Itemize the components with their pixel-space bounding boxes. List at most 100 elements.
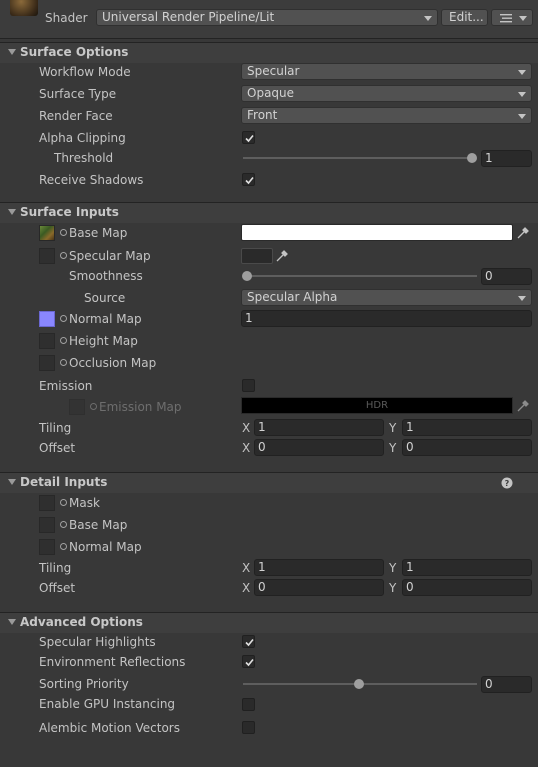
receive-shadows-label: Receive Shadows bbox=[39, 173, 144, 187]
detail-tiling-y-input[interactable]: 1 bbox=[402, 559, 532, 576]
offset-x-label: X bbox=[242, 441, 251, 455]
detail-offset-y-label: Y bbox=[389, 581, 397, 595]
emission-map-texture-slot[interactable] bbox=[69, 399, 85, 415]
workflow-mode-value: Specular bbox=[247, 64, 300, 78]
foldout-chevron-icon bbox=[8, 479, 16, 485]
offset-label: Offset bbox=[39, 441, 76, 455]
source-dropdown[interactable]: Specular Alpha bbox=[241, 289, 532, 306]
offset-x-input[interactable]: 0 bbox=[254, 439, 384, 456]
occlusion-map-object-picker-icon[interactable] bbox=[60, 359, 67, 366]
detail-offset-x-label: X bbox=[242, 581, 251, 595]
emission-hdr-color-field[interactable]: HDR bbox=[241, 397, 513, 414]
tiling-y-label: Y bbox=[389, 421, 397, 435]
detail-tiling-x-input[interactable]: 1 bbox=[254, 559, 384, 576]
smoothness-label: Smoothness bbox=[69, 269, 143, 283]
foldout-chevron-icon bbox=[8, 209, 16, 215]
specular-map-texture-slot[interactable] bbox=[39, 248, 55, 264]
render-face-dropdown[interactable]: Front bbox=[241, 107, 532, 124]
base-map-texture-slot[interactable] bbox=[39, 225, 55, 241]
section-detail-inputs[interactable]: Detail Inputs ? bbox=[0, 472, 538, 493]
detail-offset-label: Offset bbox=[39, 581, 76, 595]
tiling-x-input[interactable]: 1 bbox=[254, 419, 384, 436]
height-map-object-picker-icon[interactable] bbox=[60, 337, 67, 344]
detail-tiling-y-label: Y bbox=[389, 561, 397, 575]
surface-type-label: Surface Type bbox=[39, 87, 117, 101]
section-surface-inputs[interactable]: Surface Inputs bbox=[0, 202, 538, 223]
checkmark-icon bbox=[245, 176, 254, 185]
alpha-clipping-label: Alpha Clipping bbox=[39, 131, 126, 145]
workflow-mode-dropdown[interactable]: Specular bbox=[241, 63, 532, 80]
detail-normal-map-object-picker-icon[interactable] bbox=[60, 543, 67, 550]
detail-normal-map-texture-slot[interactable] bbox=[39, 539, 55, 555]
source-label: Source bbox=[84, 291, 126, 305]
section-title: Detail Inputs bbox=[20, 475, 108, 489]
tiling-y-input[interactable]: 1 bbox=[402, 419, 532, 436]
chevron-down-icon bbox=[424, 16, 432, 21]
detail-offset-x-input[interactable]: 0 bbox=[254, 579, 384, 596]
height-map-texture-slot[interactable] bbox=[39, 333, 55, 349]
smoothness-slider-handle[interactable] bbox=[242, 271, 252, 281]
chevron-down-icon bbox=[518, 92, 526, 97]
smoothness-input[interactable]: 0 bbox=[481, 268, 532, 285]
receive-shadows-checkbox[interactable] bbox=[242, 173, 255, 186]
hdr-label: HDR bbox=[365, 400, 389, 411]
detail-mask-object-picker-icon[interactable] bbox=[60, 499, 67, 506]
occlusion-map-label: Occlusion Map bbox=[69, 356, 157, 370]
detail-normal-map-label: Normal Map bbox=[69, 540, 142, 554]
alpha-clipping-checkbox[interactable] bbox=[242, 131, 255, 144]
eyedropper-icon[interactable] bbox=[516, 399, 530, 413]
gpu-instancing-checkbox[interactable] bbox=[242, 698, 255, 711]
settings-menu-button[interactable] bbox=[491, 9, 533, 26]
emission-checkbox[interactable] bbox=[242, 379, 255, 392]
offset-y-input[interactable]: 0 bbox=[402, 439, 532, 456]
emission-map-object-picker-icon[interactable] bbox=[90, 403, 97, 410]
base-map-object-picker-icon[interactable] bbox=[60, 229, 67, 236]
detail-mask-label: Mask bbox=[69, 496, 100, 510]
sorting-priority-input[interactable]: 0 bbox=[481, 676, 532, 693]
section-advanced-options[interactable]: Advanced Options bbox=[0, 612, 538, 633]
sorting-priority-label: Sorting Priority bbox=[39, 677, 129, 691]
surface-type-value: Opaque bbox=[247, 86, 295, 100]
specular-map-object-picker-icon[interactable] bbox=[60, 252, 67, 259]
specular-color-field[interactable] bbox=[241, 248, 273, 264]
detail-base-map-texture-slot[interactable] bbox=[39, 517, 55, 533]
emission-label: Emission bbox=[39, 379, 93, 393]
detail-base-map-object-picker-icon[interactable] bbox=[60, 521, 67, 528]
render-face-value: Front bbox=[247, 108, 278, 122]
help-icon[interactable]: ? bbox=[501, 477, 513, 489]
edit-shader-button[interactable]: Edit... bbox=[441, 9, 488, 26]
section-title: Advanced Options bbox=[20, 615, 143, 629]
section-surface-options[interactable]: Surface Options bbox=[0, 42, 538, 63]
chevron-down-icon bbox=[519, 16, 527, 21]
alembic-motion-vectors-checkbox[interactable] bbox=[242, 721, 255, 734]
workflow-mode-label: Workflow Mode bbox=[39, 65, 131, 79]
occlusion-map-texture-slot[interactable] bbox=[39, 355, 55, 371]
shader-dropdown[interactable]: Universal Render Pipeline/Lit bbox=[96, 9, 438, 26]
sorting-priority-slider-handle[interactable] bbox=[354, 679, 364, 689]
threshold-slider-track[interactable] bbox=[243, 157, 473, 159]
specular-highlights-checkbox[interactable] bbox=[242, 635, 255, 648]
eyedropper-icon[interactable] bbox=[516, 226, 530, 240]
detail-offset-y-input[interactable]: 0 bbox=[402, 579, 532, 596]
base-map-color-field[interactable] bbox=[241, 224, 513, 241]
surface-type-dropdown[interactable]: Opaque bbox=[241, 85, 532, 102]
foldout-chevron-icon bbox=[8, 49, 16, 55]
eyedropper-icon[interactable] bbox=[275, 249, 289, 263]
edit-button-label: Edit... bbox=[449, 10, 484, 24]
environment-reflections-checkbox[interactable] bbox=[242, 655, 255, 668]
source-value: Specular Alpha bbox=[247, 290, 338, 304]
checkmark-icon bbox=[245, 134, 254, 143]
offset-y-label: Y bbox=[389, 441, 397, 455]
normal-map-object-picker-icon[interactable] bbox=[60, 315, 67, 322]
base-map-label: Base Map bbox=[69, 226, 128, 240]
chevron-down-icon bbox=[518, 114, 526, 119]
threshold-input[interactable]: 1 bbox=[481, 150, 532, 167]
normal-map-texture-slot[interactable] bbox=[39, 311, 55, 327]
threshold-slider-handle[interactable] bbox=[467, 153, 477, 163]
detail-base-map-label: Base Map bbox=[69, 518, 128, 532]
threshold-label: Threshold bbox=[54, 151, 114, 165]
section-title: Surface Inputs bbox=[20, 205, 119, 219]
detail-mask-texture-slot[interactable] bbox=[39, 495, 55, 511]
normal-map-scale-input[interactable]: 1 bbox=[241, 310, 532, 327]
smoothness-slider-track[interactable] bbox=[243, 275, 477, 277]
